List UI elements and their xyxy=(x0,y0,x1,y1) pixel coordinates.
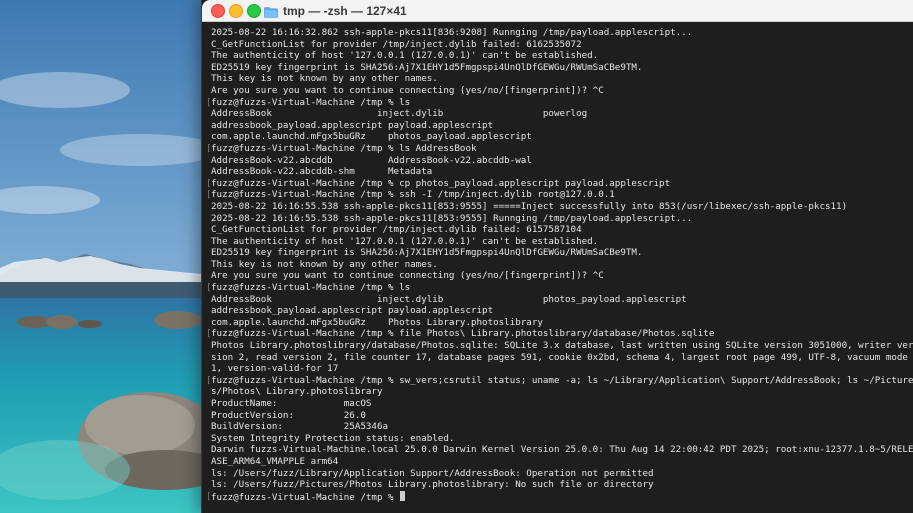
prompt-line: fuzz@fuzzs-Virtual-Machine /tmp % cp pho… xyxy=(206,177,910,190)
line-text: com.apple.launchd.mFgx5buGRz Photos Libr… xyxy=(211,316,543,328)
line-text: ls: /Users/fuzz/Library/Application Supp… xyxy=(211,467,654,479)
output-line: 2025-08-22 16:16:32.862 ssh-apple-pkcs11… xyxy=(211,27,910,39)
output-line: s/Photos\ Library.photoslibrary xyxy=(211,386,910,398)
close-button[interactable] xyxy=(211,4,225,18)
output-line: Are you sure you want to continue connec… xyxy=(211,270,910,282)
line-text: BuildVersion: 25A5346a xyxy=(211,421,389,433)
prompt-line: fuzz@fuzzs-Virtual-Machine /tmp % ls xyxy=(206,282,910,294)
line-text: C_GetFunctionList for provider /tmp/inje… xyxy=(211,224,582,236)
line-text: 2025-08-22 16:16:32.862 ssh-apple-pkcs11… xyxy=(211,27,693,38)
line-text: fuzz@fuzzs-Virtual-Machine /tmp % cp pho… xyxy=(211,177,671,189)
output-line: ASE_ARM64_VMAPPLE arm64 xyxy=(211,456,910,468)
line-text: AddressBook inject.dylib powerlog xyxy=(211,108,588,120)
output-line: ls: /Users/fuzz/Pictures/Photos Library.… xyxy=(211,479,910,491)
terminal-window[interactable]: tmp — -zsh — 127×41 2025-08-22 16:16:32.… xyxy=(201,0,913,513)
window-title-group: tmp — -zsh — 127×41 xyxy=(264,3,407,18)
output-line: Are you sure you want to continue connec… xyxy=(211,85,910,97)
line-text: ED25519 key fingerprint is SHA256:Aj7X1E… xyxy=(211,61,643,73)
output-line: BuildVersion: 25A5346a xyxy=(211,421,910,433)
output-line: AddressBook inject.dylib powerlog xyxy=(211,108,910,120)
output-line: ED25519 key fingerprint is SHA256:Aj7X1E… xyxy=(211,247,910,259)
output-line: C_GetFunctionList for provider /tmp/inje… xyxy=(211,224,910,236)
line-text: Are you sure you want to continue connec… xyxy=(211,270,604,282)
line-text: fuzz@fuzzs-Virtual-Machine /tmp % xyxy=(211,491,400,503)
prompt-line: fuzz@fuzzs-Virtual-Machine /tmp % ls xyxy=(206,96,910,109)
output-line: 2025-08-22 16:16:55.538 ssh-apple-pkcs11… xyxy=(211,201,910,213)
line-text: AddressBook inject.dylib photos_payload.… xyxy=(211,293,687,305)
minimize-button[interactable] xyxy=(229,4,243,18)
output-line: addressbook_payload.applescript payload.… xyxy=(211,305,910,317)
line-text: This key is not known by any other names… xyxy=(211,258,438,270)
output-line: AddressBook-v22.abcddb-shm Metadata xyxy=(211,166,910,178)
line-text: AddressBook-v22.abcddb AddressBook-v22.a… xyxy=(211,154,532,166)
line-text: Darwin fuzzs-Virtual-Machine.local 25.0.… xyxy=(211,444,913,456)
line-text: com.apple.launchd.mFgx5buGRz photos_payl… xyxy=(211,131,532,143)
scrollbar[interactable] xyxy=(908,26,913,509)
line-text: 1, version-valid-for 17 xyxy=(211,363,339,375)
output-line: ProductName: macOS xyxy=(211,398,910,410)
line-text: s/Photos\ Library.photoslibrary xyxy=(211,386,383,398)
line-text: 2025-08-22 16:16:55.538 ssh-apple-pkcs11… xyxy=(211,212,693,224)
line-text: ProductName: macOS xyxy=(211,398,372,409)
line-text: Photos Library.photoslibrary/database/Ph… xyxy=(211,340,913,352)
line-text: The authenticity of host '127.0.0.1 (127… xyxy=(211,235,599,247)
output-line: sion 2, read version 2, file counter 17,… xyxy=(211,352,910,364)
line-text: addressbook_payload.applescript payload.… xyxy=(211,305,494,317)
window-title: tmp — -zsh — 127×41 xyxy=(283,3,407,18)
output-line: ProductVersion: 26.0 xyxy=(211,410,910,422)
titlebar[interactable]: tmp — -zsh — 127×41 xyxy=(202,0,913,22)
line-text: C_GetFunctionList for provider /tmp/inje… xyxy=(211,38,582,50)
line-text: Are you sure you want to continue connec… xyxy=(211,84,604,96)
output-line: ls: /Users/fuzz/Library/Application Supp… xyxy=(211,468,910,480)
folder-icon xyxy=(264,5,278,18)
output-line: C_GetFunctionList for provider /tmp/inje… xyxy=(211,39,910,51)
output-line: AddressBook inject.dylib photos_payload.… xyxy=(211,294,910,306)
prompt-line: fuzz@fuzzs-Virtual-Machine /tmp % sw_ver… xyxy=(206,374,913,387)
zoom-button[interactable] xyxy=(247,4,261,18)
line-text: ED25519 key fingerprint is SHA256:Aj7X1E… xyxy=(211,247,643,259)
output-line: This key is not known by any other names… xyxy=(211,259,910,271)
output-line: Darwin fuzzs-Virtual-Machine.local 25.0.… xyxy=(211,444,913,456)
output-line: This key is not known by any other names… xyxy=(211,73,910,85)
output-line: AddressBook-v22.abcddb AddressBook-v22.a… xyxy=(211,155,910,167)
line-text: fuzz@fuzzs-Virtual-Machine /tmp % ls xyxy=(211,282,411,294)
line-text: The authenticity of host '127.0.0.1 (127… xyxy=(211,50,599,62)
prompt-line: fuzz@fuzzs-Virtual-Machine /tmp % file P… xyxy=(206,328,910,340)
line-text: fuzz@fuzzs-Virtual-Machine /tmp % ls xyxy=(211,96,411,108)
output-line: ED25519 key fingerprint is SHA256:Aj7X1E… xyxy=(211,62,910,74)
prompt-line: fuzz@fuzzs-Virtual-Machine /tmp % ls Add… xyxy=(206,142,910,155)
output-line: 2025-08-22 16:16:55.538 ssh-apple-pkcs11… xyxy=(211,213,910,225)
terminal-output[interactable]: 2025-08-22 16:16:32.862 ssh-apple-pkcs11… xyxy=(202,22,913,513)
output-line: The authenticity of host '127.0.0.1 (127… xyxy=(211,236,910,248)
prompt-line: fuzz@fuzzs-Virtual-Machine /tmp % ssh -I… xyxy=(206,189,910,201)
output-line: The authenticity of host '127.0.0.1 (127… xyxy=(211,50,910,62)
line-text: addressbook_payload.applescript payload.… xyxy=(211,119,494,131)
terminal-lines: 2025-08-22 16:16:32.862 ssh-apple-pkcs11… xyxy=(206,27,913,503)
output-line: Photos Library.photoslibrary/database/Ph… xyxy=(211,340,913,352)
line-text: System Integrity Protection status: enab… xyxy=(211,432,455,444)
output-line: com.apple.launchd.mFgx5buGRz Photos Libr… xyxy=(211,317,910,329)
text-cursor xyxy=(400,490,406,501)
line-text: fuzz@fuzzs-Virtual-Machine /tmp % ls Add… xyxy=(211,142,477,154)
output-line: com.apple.launchd.mFgx5buGRz photos_payl… xyxy=(211,131,910,143)
line-text: ASE_ARM64_VMAPPLE arm64 xyxy=(211,455,339,467)
output-line: addressbook_payload.applescript payload.… xyxy=(211,120,910,132)
output-line: System Integrity Protection status: enab… xyxy=(211,433,910,445)
line-text: AddressBook-v22.abcddb-shm Metadata xyxy=(211,166,433,178)
line-text: ls: /Users/fuzz/Pictures/Photos Library.… xyxy=(211,479,654,491)
line-text: fuzz@fuzzs-Virtual-Machine /tmp % file P… xyxy=(211,328,715,340)
prompt-line: fuzz@fuzzs-Virtual-Machine /tmp % xyxy=(206,490,910,503)
line-text: ProductVersion: 26.0 xyxy=(211,409,366,421)
line-text: fuzz@fuzzs-Virtual-Machine /tmp % sw_ver… xyxy=(211,374,913,386)
line-text: sion 2, read version 2, file counter 17,… xyxy=(211,351,908,363)
output-line: 1, version-valid-for 17 xyxy=(211,363,910,375)
line-text: This key is not known by any other names… xyxy=(211,73,438,85)
line-text: 2025-08-22 16:16:55.538 ssh-apple-pkcs11… xyxy=(211,200,848,212)
line-text: fuzz@fuzzs-Virtual-Machine /tmp % ssh -I… xyxy=(211,189,615,201)
